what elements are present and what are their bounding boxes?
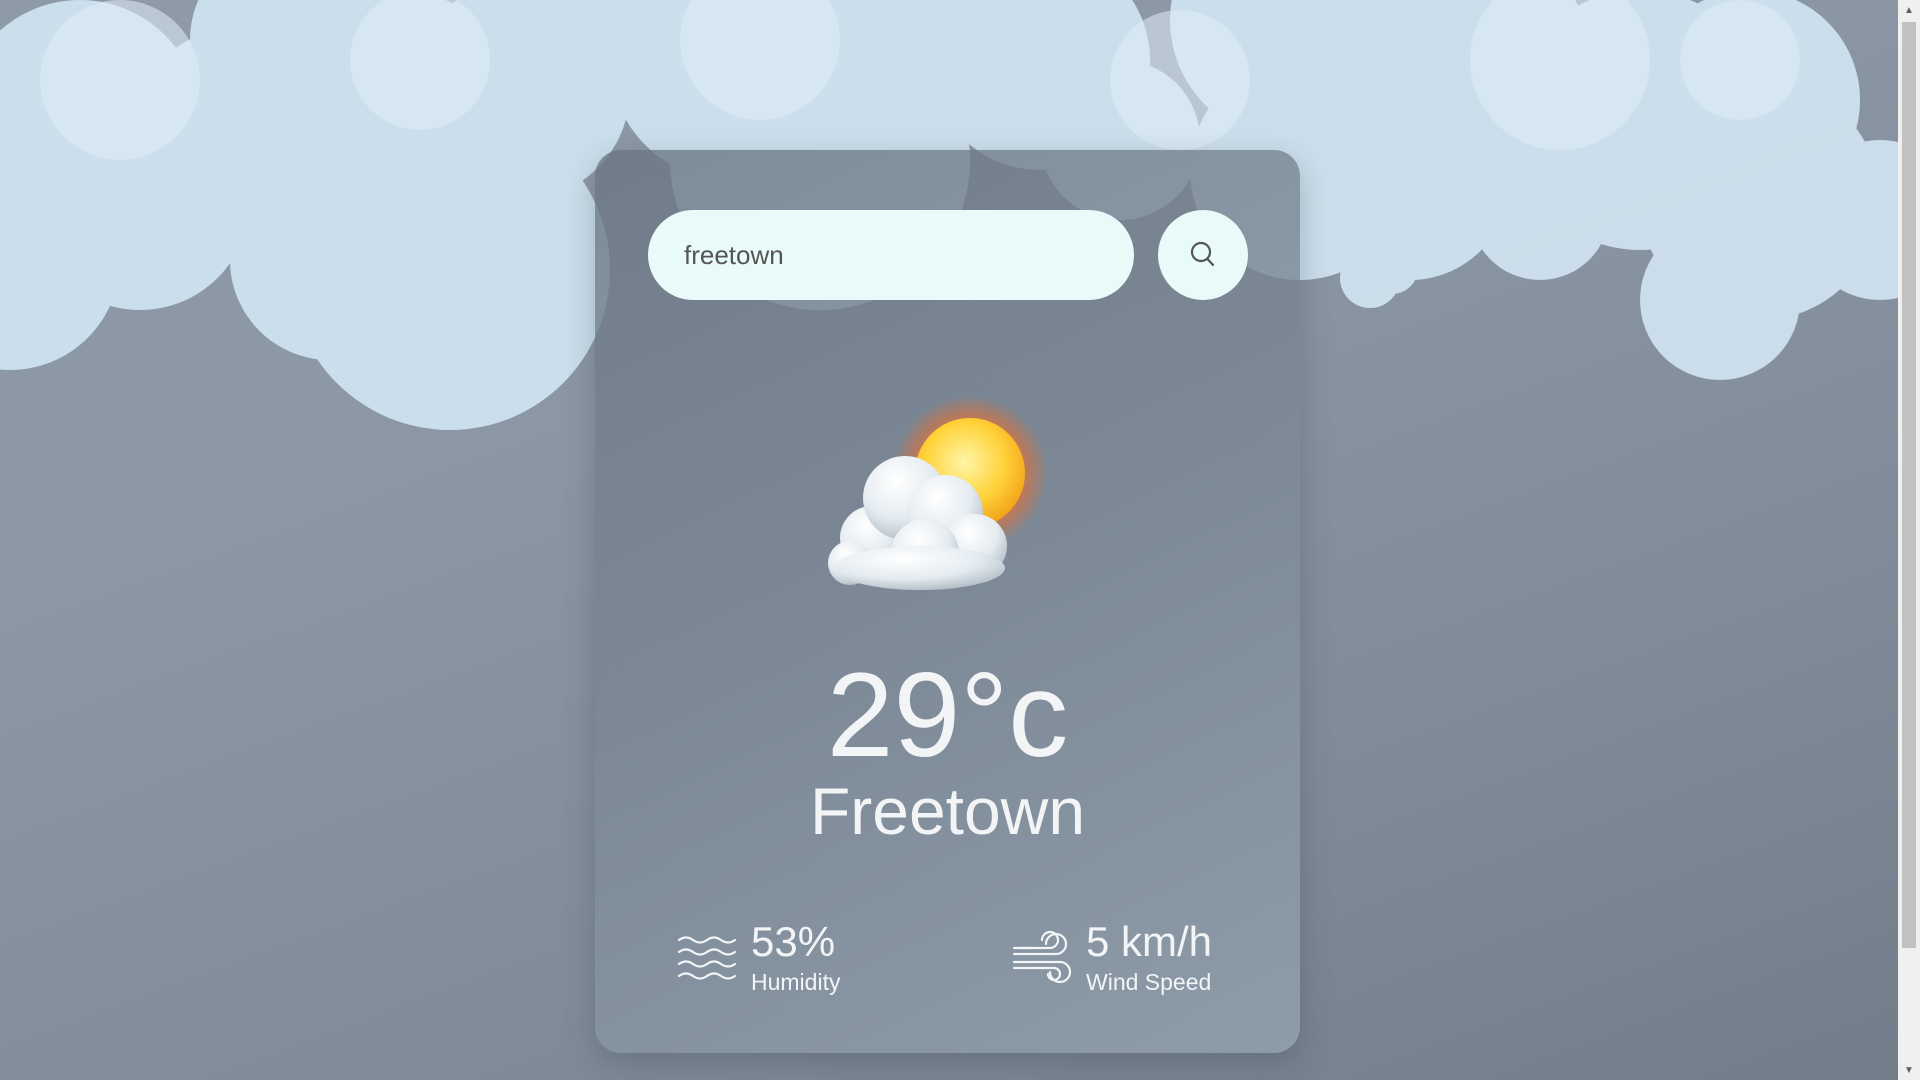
search-input[interactable] <box>648 210 1134 300</box>
search-bar <box>648 210 1248 300</box>
humidity-icon <box>677 936 737 980</box>
vertical-scrollbar[interactable]: ▲ ▼ <box>1898 0 1920 1080</box>
city-name: Freetown <box>809 774 1086 848</box>
weather-card: 29°c Freetown 53% Humidity <box>595 150 1300 1053</box>
search-icon <box>1190 241 1215 267</box>
scroll-down-arrow-icon[interactable]: ▼ <box>1898 1060 1920 1080</box>
humidity-value: 53% <box>751 917 836 965</box>
partly-cloudy-icon <box>828 395 1048 590</box>
wind-label: Wind Speed <box>1086 968 1212 995</box>
scroll-thumb[interactable] <box>1902 22 1916 948</box>
wind-icon <box>1012 930 1072 984</box>
scroll-up-arrow-icon[interactable]: ▲ <box>1898 0 1920 20</box>
search-button[interactable] <box>1158 210 1248 300</box>
wind-stat: 5 km/h Wind Speed <box>1010 918 1212 998</box>
wind-value: 5 km/h <box>1086 917 1213 965</box>
humidity-stat: 53% Humidity <box>675 918 840 998</box>
temperature: 29°c <box>826 648 1069 782</box>
humidity-label: Humidity <box>751 968 841 995</box>
